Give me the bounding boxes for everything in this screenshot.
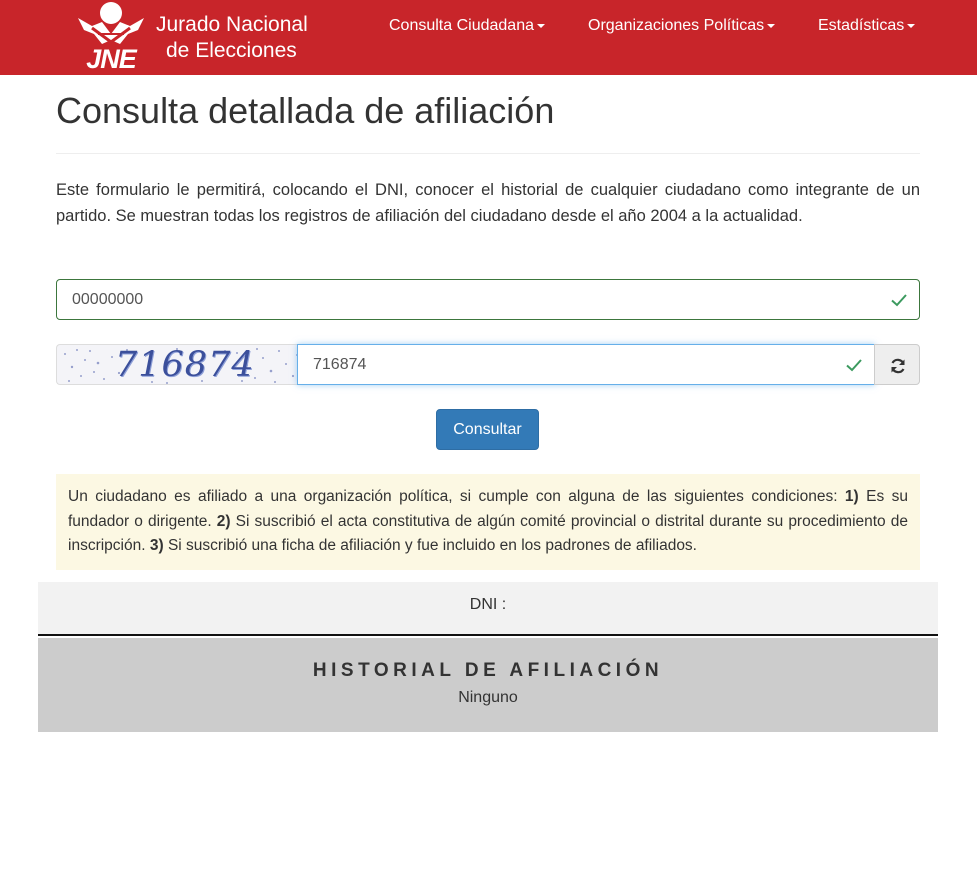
notice-number: 2) xyxy=(216,512,231,530)
brand-line-2: de Elecciones xyxy=(166,39,297,62)
top-navbar: JNE Jurado Nacional de Elecciones Consul… xyxy=(0,0,977,75)
logo-text: JNE xyxy=(86,44,137,74)
captcha-input[interactable] xyxy=(297,344,875,385)
captcha-field-group xyxy=(297,344,875,385)
refresh-captcha-button[interactable] xyxy=(874,344,920,385)
caret-down-icon xyxy=(907,23,916,28)
intro-text: Este formulario le permitirá, colocando … xyxy=(56,181,920,225)
nav-consulta-ciudadana[interactable]: Consulta Ciudadana xyxy=(389,17,545,35)
notice-text: Si suscribió una ficha de afiliación y f… xyxy=(163,537,697,554)
notice-number: 3) xyxy=(149,537,164,554)
brand-name: Jurado Nacional de Elecciones xyxy=(156,12,356,64)
history-value: Ninguno xyxy=(458,689,518,706)
notice-text: Un ciudadano es afiliado a una organizac… xyxy=(68,488,845,505)
caret-down-icon xyxy=(767,23,776,28)
captcha-code: 716874 xyxy=(115,345,255,385)
caret-down-icon xyxy=(537,23,545,28)
check-icon xyxy=(891,293,907,306)
page-title: Consulta detallada de afiliación xyxy=(56,90,555,131)
dni-field-group xyxy=(56,279,920,320)
check-icon xyxy=(846,358,862,371)
history-panel: HISTORIAL DE AFILIACIÓN Ninguno xyxy=(38,638,938,732)
nav-organizaciones-politicas[interactable]: Organizaciones Políticas xyxy=(588,17,776,35)
dni-result-label: DNI : xyxy=(469,596,507,613)
consultar-button[interactable]: Consultar xyxy=(436,409,539,450)
nav-label: Consulta Ciudadana xyxy=(389,17,534,34)
nav-estadisticas[interactable]: Estadísticas xyxy=(818,17,916,35)
brand-line-1: Jurado Nacional xyxy=(156,13,308,36)
conditions-notice: Un ciudadano es afiliado a una organizac… xyxy=(56,474,920,570)
dni-result-bar: DNI : xyxy=(38,582,938,636)
nav-label: Estadísticas xyxy=(818,17,905,34)
refresh-icon xyxy=(891,358,905,374)
dni-input[interactable] xyxy=(56,279,920,320)
nav-label: Organizaciones Políticas xyxy=(588,17,765,34)
captcha-image: 716874 xyxy=(56,344,298,385)
notice-number: 1) xyxy=(844,488,859,505)
history-title: HISTORIAL DE AFILIACIÓN xyxy=(312,660,664,681)
divider xyxy=(56,153,920,154)
